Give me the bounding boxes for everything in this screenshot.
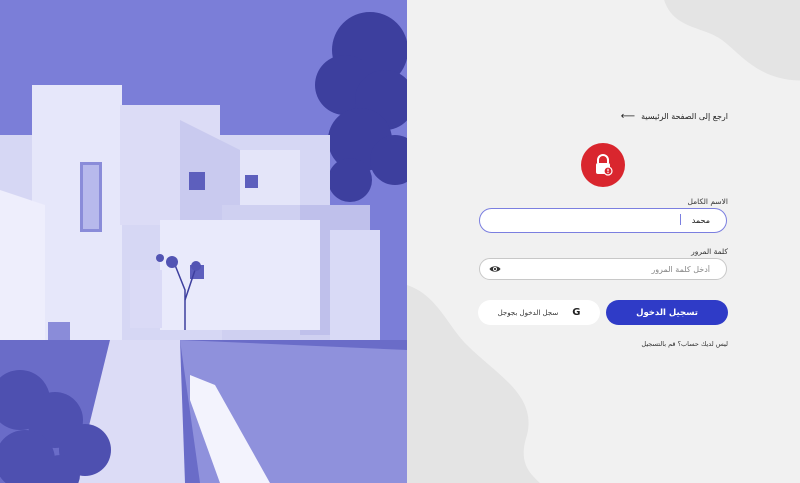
decor-blob-top <box>664 0 800 81</box>
arrow-left-icon: ⟵ <box>620 110 636 122</box>
eye-icon[interactable] <box>489 264 501 274</box>
google-signin-label: سجل الدخول بجوجل <box>497 308 559 317</box>
lock-badge <box>581 143 625 187</box>
google-signin-button[interactable]: سجل الدخول بجوجل G <box>478 300 600 325</box>
back-link-label: ارجع إلى الصفحة الرئيسية <box>641 112 728 121</box>
register-link[interactable]: ليس لديك حساب؟ قم بالتسجيل <box>641 340 728 348</box>
password-label: كلمة المرور <box>691 247 728 256</box>
login-panel: ارجع إلى الصفحة الرئيسية ⟵ الاسم الكامل … <box>407 0 800 483</box>
lock-icon <box>596 154 613 176</box>
house-illustration <box>0 0 407 483</box>
name-label: الاسم الكامل <box>687 197 728 206</box>
text-caret <box>680 214 681 225</box>
login-button[interactable]: تسجيل الدخول <box>606 300 728 325</box>
google-icon: G <box>572 307 581 318</box>
back-to-home-link[interactable]: ارجع إلى الصفحة الرئيسية ⟵ <box>620 110 728 122</box>
full-name-input[interactable] <box>479 208 727 233</box>
hero-image <box>0 0 407 483</box>
password-input[interactable] <box>479 258 727 280</box>
